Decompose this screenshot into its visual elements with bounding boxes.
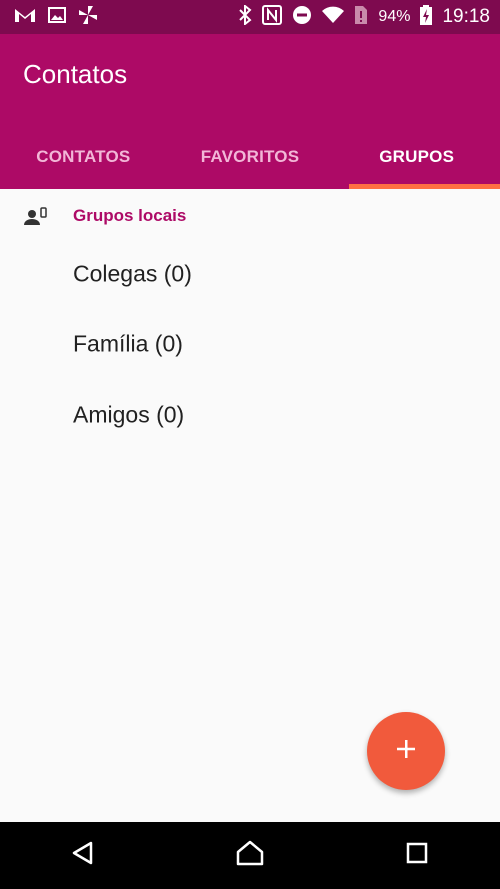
recents-button[interactable] (387, 826, 447, 886)
add-group-button[interactable] (367, 712, 445, 790)
do-not-disturb-icon (292, 5, 312, 30)
tab-grupos[interactable]: GRUPOS (333, 124, 500, 189)
plus-icon (395, 738, 417, 765)
tab-favoritos[interactable]: FAVORITOS (167, 124, 334, 189)
wifi-icon (322, 6, 345, 29)
local-account-icon (24, 207, 48, 232)
group-item-familia[interactable]: Família (0) (0, 309, 500, 379)
app-bar: Contatos CONTATOS FAVORITOS GRUPOS (0, 34, 500, 189)
sim-alert-icon (354, 5, 368, 30)
recents-icon (406, 842, 428, 869)
app-title: Contatos (23, 59, 128, 89)
home-icon (236, 840, 264, 871)
nfc-icon (262, 4, 283, 30)
group-label: Amigos (0) (73, 401, 185, 428)
battery-charging-icon (420, 4, 433, 30)
home-button[interactable] (220, 826, 280, 886)
section-title: Grupos locais (73, 206, 187, 225)
group-label: Colegas (0) (73, 260, 192, 287)
navigation-bar (0, 822, 500, 889)
back-button[interactable] (53, 826, 113, 886)
bluetooth-icon (238, 3, 252, 30)
status-bar-system: 94% 19:18 (238, 3, 490, 30)
group-item-amigos[interactable]: Amigos (0) (0, 380, 500, 450)
tab-bar: CONTATOS FAVORITOS GRUPOS (0, 124, 500, 189)
status-time: 19:18 (442, 6, 490, 27)
status-bar-notifications (14, 5, 98, 30)
battery-percentage: 94% (378, 8, 411, 25)
back-icon (71, 841, 95, 870)
status-bar: 94% 19:18 (0, 0, 500, 34)
gmail-icon (14, 7, 36, 28)
image-icon (48, 6, 66, 28)
section-header: Grupos locais (0, 189, 500, 243)
group-label: Família (0) (73, 330, 183, 357)
pinwheel-icon (78, 5, 98, 30)
tab-contatos[interactable]: CONTATOS (0, 124, 167, 189)
group-item-colegas[interactable]: Colegas (0) (0, 239, 500, 309)
